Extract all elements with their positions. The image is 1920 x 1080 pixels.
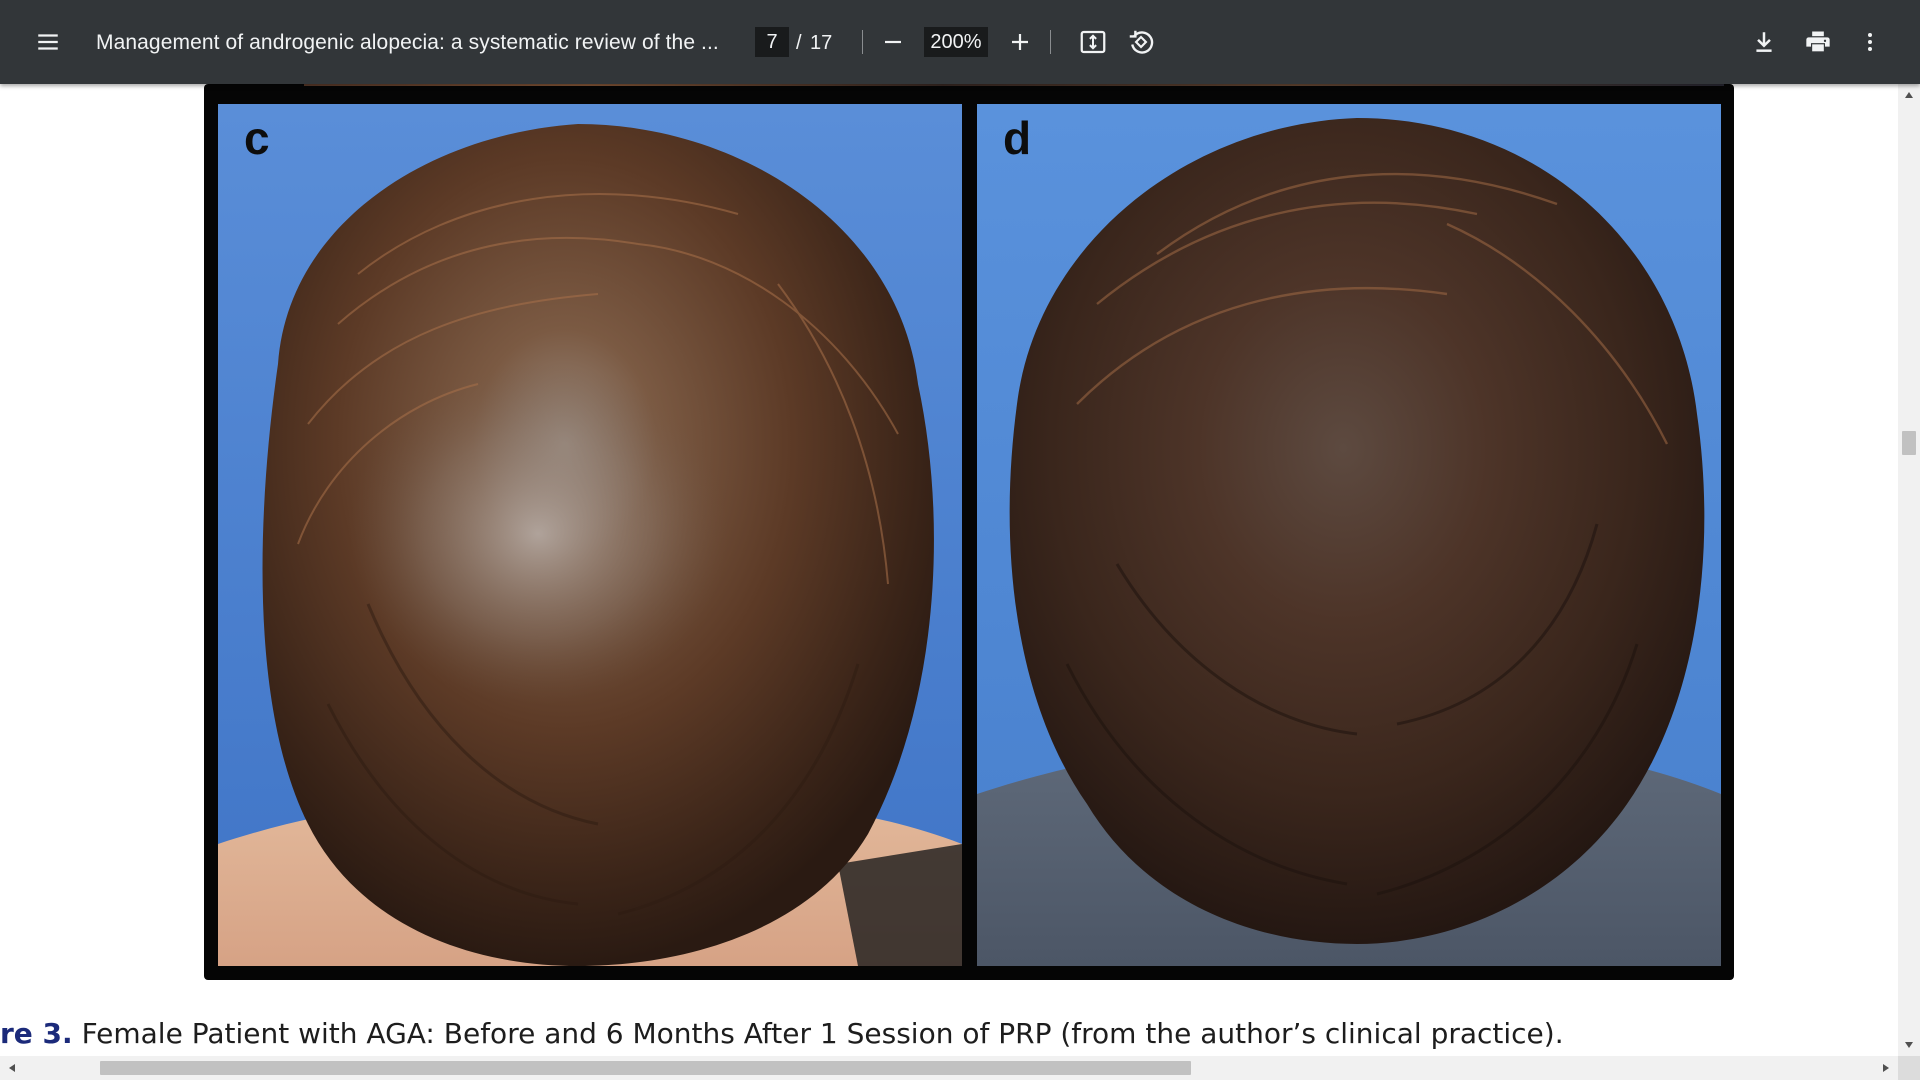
rotate-counterclockwise-icon <box>1129 30 1154 54</box>
rotate-button[interactable] <box>1117 18 1165 66</box>
toolbar-divider <box>1050 30 1051 54</box>
toolbar-divider <box>862 30 863 54</box>
more-options-button[interactable] <box>1846 18 1894 66</box>
more-vert-icon <box>1868 33 1872 51</box>
scroll-up-button[interactable] <box>1898 84 1920 106</box>
zoom-level-input[interactable] <box>924 27 988 57</box>
panel-label-d: d <box>1003 112 1032 164</box>
scalp-photo-after <box>977 104 1721 966</box>
page-number-input[interactable] <box>755 27 789 57</box>
triangle-left-icon <box>9 1064 15 1072</box>
scalp-photo-before <box>218 104 962 966</box>
fit-to-page-icon <box>1080 30 1106 54</box>
total-pages: 17 <box>810 32 833 54</box>
zoom-in-button[interactable] <box>996 18 1044 66</box>
triangle-down-icon <box>1905 1042 1913 1048</box>
triangle-right-icon <box>1883 1064 1889 1072</box>
pdf-viewer-app: Management of androgenic alopecia: a sys… <box>0 0 1920 1080</box>
panel-label-c: c <box>244 112 270 164</box>
page-separator: / <box>796 32 802 54</box>
document-viewport[interactable]: c d re 3. Female Patient with AGA: Befor… <box>0 84 1898 1056</box>
zoom-out-button[interactable] <box>869 18 917 66</box>
figure-panel-d-photo: d <box>977 104 1721 966</box>
previous-figure-edge <box>304 84 1724 86</box>
minus-icon <box>885 40 901 44</box>
print-icon <box>1806 31 1830 52</box>
scroll-right-button[interactable] <box>1874 1056 1898 1080</box>
figure-frame: c d <box>204 84 1734 980</box>
scrollbar-corner <box>1898 1056 1920 1080</box>
figure-caption: re 3. Female Patient with AGA: Before an… <box>0 1014 1890 1054</box>
vertical-scrollbar-thumb[interactable] <box>1902 431 1916 456</box>
scroll-down-button[interactable] <box>1898 1034 1920 1056</box>
figure-caption-text: Female Patient with AGA: Before and 6 Mo… <box>72 1017 1564 1050</box>
document-title: Management of androgenic alopecia: a sys… <box>96 31 719 54</box>
pdf-toolbar: Management of androgenic alopecia: a sys… <box>0 0 1920 84</box>
print-button[interactable] <box>1794 18 1842 66</box>
figure-panel-c-photo: c <box>218 104 962 966</box>
menu-button[interactable] <box>24 18 72 66</box>
download-icon <box>1756 32 1772 52</box>
hamburger-menu-icon <box>38 34 58 50</box>
plus-icon <box>1012 34 1028 50</box>
vertical-scrollbar[interactable] <box>1898 84 1920 1056</box>
triangle-up-icon <box>1905 92 1913 98</box>
horizontal-scrollbar-thumb[interactable] <box>99 1061 1192 1075</box>
fit-to-page-button[interactable] <box>1069 18 1117 66</box>
horizontal-scrollbar[interactable] <box>0 1056 1898 1080</box>
figure-caption-label: re 3. <box>0 1017 73 1050</box>
scroll-left-button[interactable] <box>0 1056 24 1080</box>
download-button[interactable] <box>1740 18 1788 66</box>
